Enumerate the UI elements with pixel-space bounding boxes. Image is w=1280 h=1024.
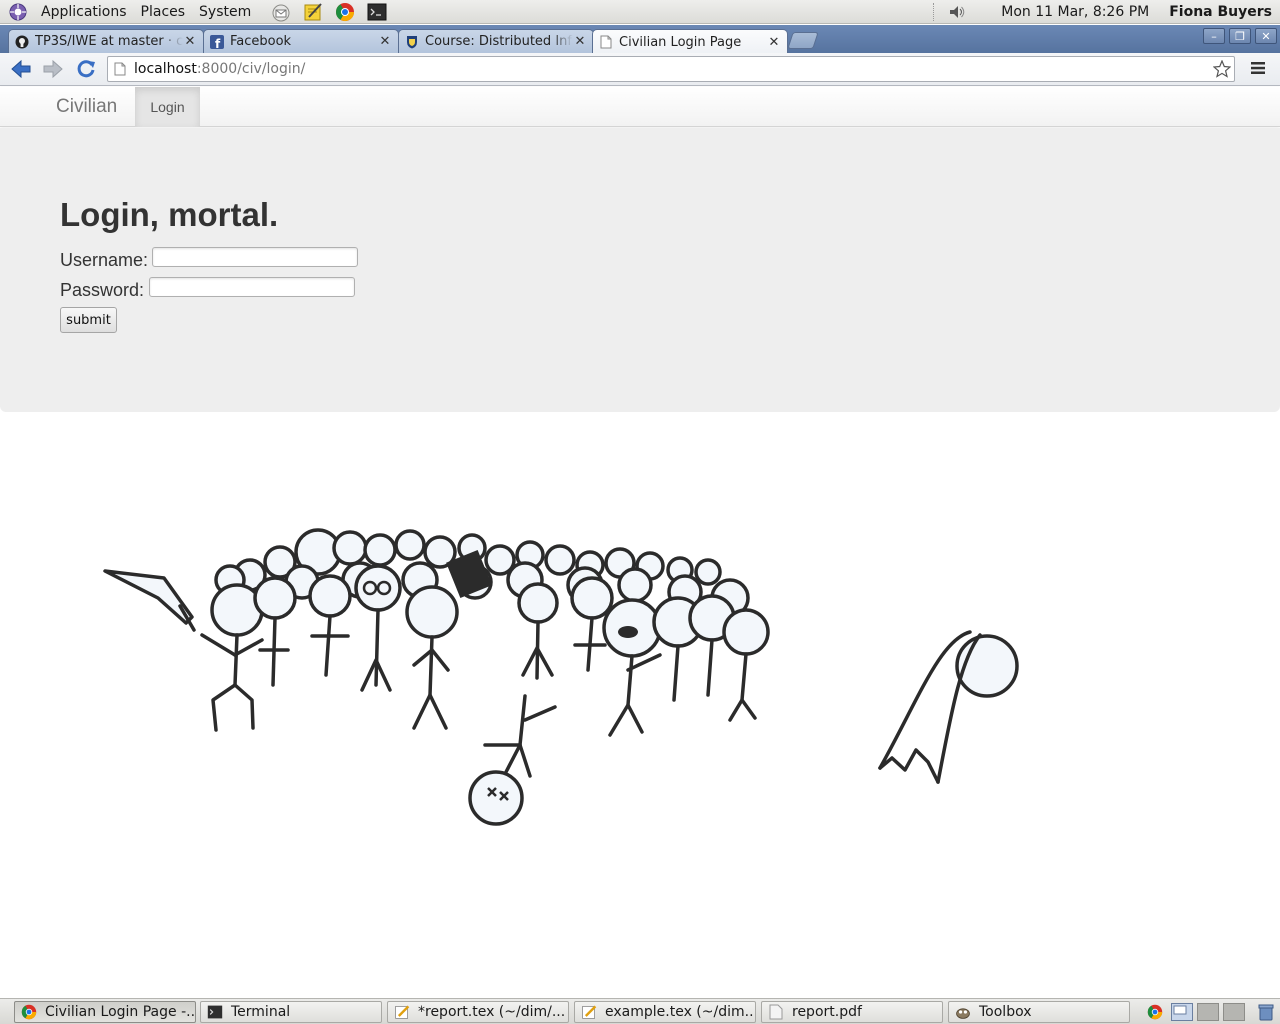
workspace-1-icon[interactable] xyxy=(1170,1002,1194,1022)
site-brand[interactable]: Civilian xyxy=(56,96,117,118)
page-icon xyxy=(114,62,126,76)
tab-course[interactable]: Course: Distributed Info ✕ xyxy=(398,29,594,53)
page-title: Login, mortal. xyxy=(60,196,279,233)
nav-login-link[interactable]: Login xyxy=(135,87,200,127)
chrome-launcher-icon[interactable] xyxy=(334,1,356,23)
user-menu[interactable]: Fiona Buyers xyxy=(1169,4,1272,20)
password-label: Password: xyxy=(60,280,145,300)
system-menu[interactable]: System xyxy=(192,0,258,24)
clock[interactable]: Mon 11 Mar, 8:26 PM xyxy=(1001,4,1149,20)
window-close-icon[interactable]: ✕ xyxy=(1255,28,1277,44)
submit-button[interactable]: submit xyxy=(60,307,117,333)
shield-icon xyxy=(405,35,419,49)
panel-status-area: Mon 11 Mar, 8:26 PM Fiona Buyers xyxy=(933,0,1280,24)
taskbar-item-report-pdf[interactable]: report.pdf xyxy=(761,1001,943,1023)
taskbar-item-label: Civilian Login Page -... xyxy=(45,1004,196,1020)
stick-figure-crowd-illustration xyxy=(103,528,1019,826)
taskbar-item-label: Toolbox xyxy=(979,1004,1032,1020)
restore-icon[interactable]: ❐ xyxy=(1229,28,1251,44)
minimize-icon[interactable]: – xyxy=(1203,28,1225,44)
tab-strip: TP3S/IWE at master · c ✕ f Facebook ✕ Co… xyxy=(0,25,1280,54)
tab-facebook[interactable]: f Facebook ✕ xyxy=(203,29,399,53)
password-input[interactable] xyxy=(149,277,355,297)
tab-github[interactable]: TP3S/IWE at master · c ✕ xyxy=(8,29,204,53)
volume-icon[interactable] xyxy=(946,1,968,23)
document-icon xyxy=(768,1004,784,1020)
close-icon[interactable]: ✕ xyxy=(183,34,197,49)
back-icon[interactable] xyxy=(8,57,34,81)
tab-civilian-login[interactable]: Civilian Login Page ✕ xyxy=(592,29,788,54)
taskbar-item-example-tex[interactable]: example.tex (~/dim... xyxy=(574,1001,756,1023)
tab-title: TP3S/IWE at master · c xyxy=(35,34,183,49)
terminal-launcher-icon[interactable] xyxy=(366,1,388,23)
chrome-tray-icon[interactable] xyxy=(1145,1002,1165,1022)
close-icon[interactable]: ✕ xyxy=(767,35,781,50)
svg-text:f: f xyxy=(215,37,221,49)
login-panel: Login, mortal. Username: Password: submi… xyxy=(0,128,1280,412)
taskbar-item-report-tex[interactable]: *report.tex (~/dim/... xyxy=(387,1001,569,1023)
chrome-icon xyxy=(21,1004,37,1020)
url-path: :8000/civ/login/ xyxy=(196,61,306,77)
trash-icon[interactable] xyxy=(1256,1002,1276,1022)
username-label: Username: xyxy=(60,250,149,270)
facebook-icon: f xyxy=(210,34,224,49)
taskbar-item-label: *report.tex (~/dim/... xyxy=(418,1004,566,1020)
browser-toolbar: localhost:8000/civ/login/ xyxy=(0,53,1280,86)
gnome-foot-icon[interactable] xyxy=(8,2,28,22)
taskbar-item-label: example.tex (~/dim... xyxy=(605,1004,756,1020)
taskbar-item-terminal[interactable]: Terminal xyxy=(200,1001,382,1023)
tab-title: Civilian Login Page xyxy=(619,34,742,50)
workspace-3-icon[interactable] xyxy=(1222,1002,1246,1022)
taskbar: Civilian Login Page -... Terminal *repor… xyxy=(0,998,1280,1024)
bookmark-star-icon[interactable] xyxy=(1213,60,1231,78)
taskbar-item-label: report.pdf xyxy=(792,1004,862,1020)
places-menu[interactable]: Places xyxy=(134,0,193,24)
terminal-icon xyxy=(207,1004,223,1020)
url-host: localhost xyxy=(134,61,197,77)
tab-title: Facebook xyxy=(230,34,292,49)
reload-icon[interactable] xyxy=(73,57,99,81)
workspace-2-icon[interactable] xyxy=(1196,1002,1220,1022)
page-icon xyxy=(599,35,613,49)
address-bar[interactable]: localhost:8000/civ/login/ xyxy=(107,56,1235,82)
site-navbar: Civilian Login xyxy=(0,87,1280,127)
github-icon xyxy=(15,35,29,49)
close-icon[interactable]: ✕ xyxy=(573,34,587,49)
new-tab-button[interactable] xyxy=(787,32,819,49)
taskbar-item-chrome[interactable]: Civilian Login Page -... xyxy=(14,1001,196,1023)
forward-icon[interactable] xyxy=(40,57,66,81)
text-editor-icon xyxy=(394,1004,410,1020)
mail-launcher-icon[interactable] xyxy=(270,1,292,23)
taskbar-item-toolbox[interactable]: Toolbox xyxy=(948,1001,1130,1023)
taskbar-item-label: Terminal xyxy=(231,1004,291,1020)
panel-separator xyxy=(933,2,935,21)
hamburger-menu-icon[interactable] xyxy=(1251,61,1265,75)
tab-title: Course: Distributed Info xyxy=(425,34,573,49)
top-panel: Applications Places System Mon 11 Mar, 8… xyxy=(0,0,1280,24)
gimp-icon xyxy=(955,1004,971,1020)
text-editor-icon xyxy=(581,1004,597,1020)
applications-menu[interactable]: Applications xyxy=(34,0,134,24)
close-icon[interactable]: ✕ xyxy=(378,34,392,49)
text-editor-launcher-icon[interactable] xyxy=(302,1,324,23)
username-input[interactable] xyxy=(152,247,358,267)
